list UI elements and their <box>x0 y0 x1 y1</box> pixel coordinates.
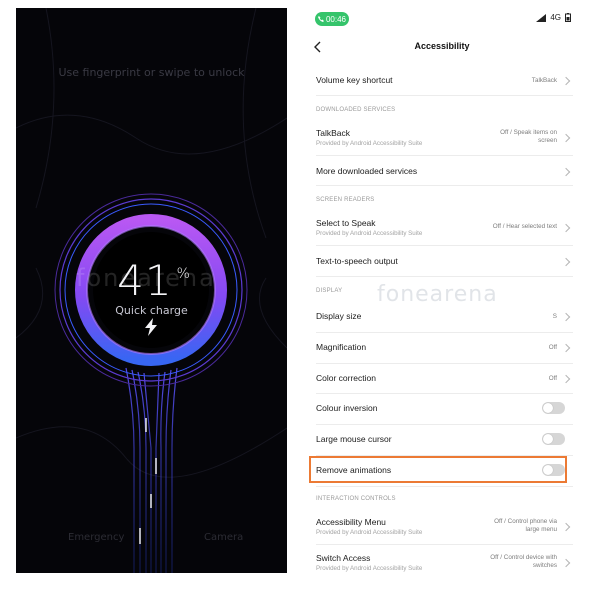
status-bar: 00:46 4G <box>303 8 581 30</box>
text-to-speech-output-row[interactable]: Text-to-speech output <box>316 245 573 277</box>
app-bar: Accessibility <box>303 34 581 62</box>
switch-access-value-line2: switches <box>532 562 557 569</box>
call-indicator[interactable]: 00:46 <box>315 12 349 26</box>
chevron-right-icon <box>561 223 571 233</box>
accessibility-settings-screen: 00:46 4G Accessibility fonearena Volume … <box>303 8 581 573</box>
magnification-value: Off <box>548 344 557 351</box>
chevron-right-icon <box>561 558 571 568</box>
network-type: 4G <box>550 13 561 22</box>
chevron-right-icon <box>561 374 571 384</box>
chevron-right-icon <box>561 76 571 86</box>
chevron-right-icon <box>561 257 571 267</box>
accessibility-menu-label: Accessibility Menu <box>316 517 386 527</box>
section-header-display: DISPLAY <box>316 288 343 294</box>
display-size-row[interactable]: Display size S <box>316 301 573 333</box>
switch-access-subtitle: Provided by Android Accessibility Suite <box>316 565 423 572</box>
select-to-speak-subtitle: Provided by Android Accessibility Suite <box>316 230 423 237</box>
switch-access-value: Off / Control device with switches <box>490 554 557 570</box>
volume-key-shortcut-label: Volume key shortcut <box>316 75 393 85</box>
display-size-label: Display size <box>316 311 362 321</box>
large-mouse-cursor-row: Large mouse cursor <box>316 424 573 456</box>
call-time: 00:46 <box>325 14 347 24</box>
signal-icon <box>536 13 547 22</box>
status-icons: 4G <box>536 13 571 22</box>
talkback-value-line1: Off / Speak items on <box>500 129 557 136</box>
battery-icon <box>565 13 571 22</box>
talkback-subtitle: Provided by Android Accessibility Suite <box>316 140 423 147</box>
colour-inversion-toggle[interactable] <box>542 402 565 414</box>
colour-inversion-row: Colour inversion <box>316 393 573 425</box>
volume-key-shortcut-value: TalkBack <box>531 77 557 84</box>
select-to-speak-row[interactable]: Select to Speak Provided by Android Acce… <box>316 209 573 246</box>
color-correction-label: Color correction <box>316 373 376 383</box>
color-correction-row[interactable]: Color correction Off <box>316 363 573 394</box>
battery-percent-value: 41 <box>117 256 173 305</box>
unlock-hint: Use fingerprint or swipe to unlock <box>58 66 245 79</box>
percent-sign: % <box>176 266 190 282</box>
select-to-speak-label: Select to Speak <box>316 218 376 228</box>
talkback-value: Off / Speak items on screen <box>500 129 557 145</box>
magnification-row[interactable]: Magnification Off <box>316 332 573 364</box>
camera-shortcut[interactable]: Camera <box>204 532 243 543</box>
highlight-box <box>309 456 567 483</box>
color-correction-value: Off <box>548 375 557 382</box>
more-downloaded-services-row[interactable]: More downloaded services <box>316 155 573 186</box>
accessibility-menu-value-line2: large menu <box>525 526 557 533</box>
chevron-right-icon <box>561 343 571 353</box>
talkback-row[interactable]: TalkBack Provided by Android Accessibili… <box>316 119 573 156</box>
volume-key-shortcut-row[interactable]: Volume key shortcut TalkBack <box>316 65 573 96</box>
more-downloaded-services-label: More downloaded services <box>316 166 418 176</box>
toggle-knob <box>543 434 553 444</box>
lightning-bolt-icon <box>145 318 157 336</box>
phone-icon <box>317 16 324 22</box>
large-mouse-cursor-toggle[interactable] <box>542 433 565 445</box>
chevron-right-icon <box>561 167 571 177</box>
large-mouse-cursor-label: Large mouse cursor <box>316 434 392 444</box>
switch-access-row[interactable]: Switch Access Provided by Android Access… <box>316 544 573 573</box>
battery-percent: 41% <box>16 256 287 305</box>
page-title: Accessibility <box>414 41 470 51</box>
chevron-right-icon <box>561 133 571 143</box>
magnification-label: Magnification <box>316 342 367 352</box>
talkback-value-line2: screen <box>538 137 557 144</box>
accessibility-menu-value: Off / Control phone via large menu <box>494 518 557 534</box>
display-size-value: S <box>552 313 557 320</box>
switch-access-label: Switch Access <box>316 553 371 563</box>
charging-screen: Use fingerprint or swipe to unlock fonea… <box>16 8 287 573</box>
chevron-right-icon <box>561 522 571 532</box>
emergency-button[interactable]: Emergency <box>68 532 124 543</box>
charging-status: Quick charge <box>115 304 188 317</box>
chevron-right-icon <box>561 312 571 322</box>
talkback-label: TalkBack <box>316 128 351 138</box>
accessibility-menu-value-line1: Off / Control phone via <box>494 518 557 525</box>
select-to-speak-value: Off / Hear selected text <box>492 223 557 230</box>
section-header-screen-readers: SCREEN READERS <box>316 197 375 203</box>
colour-inversion-label: Colour inversion <box>316 403 378 413</box>
toggle-knob <box>543 403 553 413</box>
text-to-speech-output-label: Text-to-speech output <box>316 256 398 266</box>
accessibility-menu-row[interactable]: Accessibility Menu Provided by Android A… <box>316 508 573 545</box>
section-header-downloaded-services: DOWNLOADED SERVICES <box>316 107 396 113</box>
section-header-interaction-controls: INTERACTION CONTROLS <box>316 496 396 502</box>
accessibility-menu-subtitle: Provided by Android Accessibility Suite <box>316 529 423 536</box>
switch-access-value-line1: Off / Control device with <box>490 554 557 561</box>
